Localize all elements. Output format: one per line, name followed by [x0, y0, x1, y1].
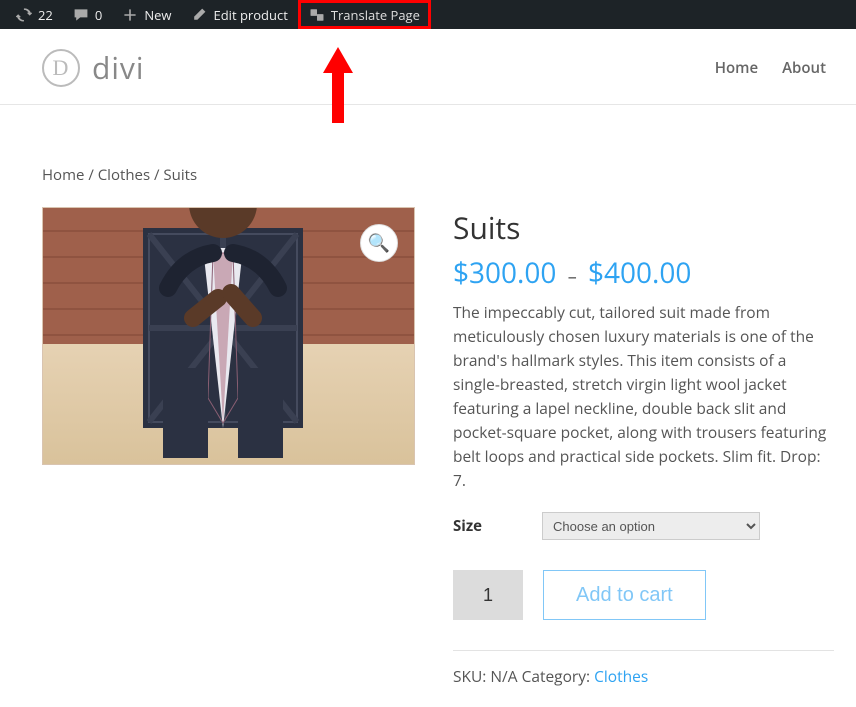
meta-divider	[453, 650, 834, 651]
comments-count: 0	[95, 6, 102, 24]
product: 🔍 Suits $300.00 – $400.00 The impeccably…	[42, 207, 834, 687]
site-logo[interactable]: D divi	[42, 47, 145, 88]
new-label: New	[144, 6, 171, 24]
refresh-icon	[16, 7, 32, 23]
product-description: The impeccably cut, tailored suit made f…	[453, 300, 834, 492]
logo-mark-icon: D	[42, 49, 80, 87]
translate-page-label: Translate Page	[331, 6, 420, 24]
product-image-figure	[73, 207, 373, 465]
zoom-icon: 🔍	[368, 231, 390, 255]
cart-row: Add to cart	[453, 570, 834, 620]
logo-text: divi	[92, 47, 145, 88]
site-header: D divi Home About	[0, 31, 856, 105]
plus-icon	[122, 7, 138, 23]
product-price: $300.00 – $400.00	[453, 254, 834, 292]
breadcrumb-home[interactable]: Home	[42, 165, 84, 185]
product-gallery: 🔍	[42, 207, 417, 687]
breadcrumb-clothes[interactable]: Clothes	[98, 165, 150, 185]
sku-value: N/A	[490, 665, 517, 687]
breadcrumb-current: Suits	[163, 165, 197, 185]
sku-label: SKU:	[453, 665, 490, 687]
edit-product-item[interactable]: Edit product	[181, 0, 297, 29]
category-label: Category:	[518, 665, 595, 687]
size-label: Size	[453, 516, 482, 536]
translate-page-item[interactable]: Translate Page	[298, 0, 431, 29]
product-title: Suits	[453, 207, 834, 248]
edit-product-label: Edit product	[213, 6, 287, 24]
product-details: Suits $300.00 – $400.00 The impeccably c…	[453, 207, 834, 687]
price-low-symbol: $	[453, 254, 469, 292]
wp-admin-bar: 22 0 New Edit product Translate Page	[0, 0, 856, 29]
comments-item[interactable]: 0	[63, 0, 112, 29]
price-high-symbol: $	[588, 254, 604, 292]
comment-icon	[73, 7, 89, 23]
add-to-cart-button[interactable]: Add to cart	[543, 570, 706, 620]
pencil-icon	[191, 7, 207, 23]
new-item[interactable]: New	[112, 0, 181, 29]
product-image[interactable]: 🔍	[42, 207, 415, 465]
breadcrumb: Home / Clothes / Suits	[42, 165, 834, 185]
product-meta: SKU: N/A Category: Clothes	[453, 665, 834, 687]
nav-home[interactable]: Home	[715, 58, 758, 78]
price-low: 300.00	[469, 254, 556, 292]
price-dash: –	[564, 265, 581, 289]
updates-item[interactable]: 22	[6, 0, 63, 29]
variation-row: Size Choose an option	[453, 512, 834, 540]
zoom-button[interactable]: 🔍	[360, 224, 398, 262]
nav-about[interactable]: About	[782, 58, 826, 78]
translate-icon	[309, 7, 325, 23]
size-select[interactable]: Choose an option	[542, 512, 760, 540]
category-link[interactable]: Clothes	[594, 665, 648, 687]
quantity-input[interactable]	[453, 570, 523, 620]
page-content: Home / Clothes / Suits	[0, 105, 856, 707]
updates-count: 22	[38, 6, 53, 24]
primary-nav: Home About	[715, 58, 826, 78]
price-high: 400.00	[604, 254, 691, 292]
